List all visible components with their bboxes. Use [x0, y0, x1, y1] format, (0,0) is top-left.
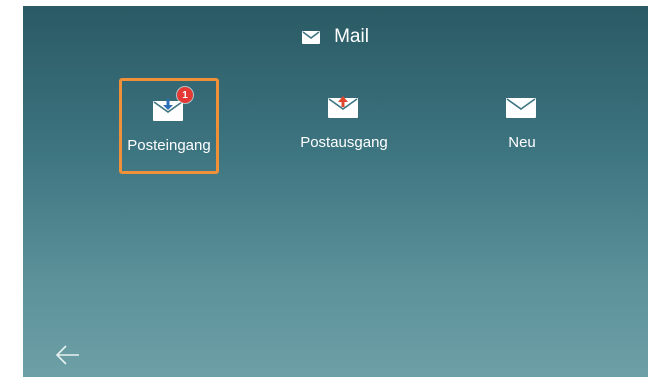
unread-count-badge: 1	[177, 87, 193, 103]
display-frame: Mail 1 Posteingang Postausgang Neu	[0, 0, 668, 379]
tile-posteingang[interactable]: 1 Posteingang	[119, 78, 219, 174]
tile-postausgang[interactable]: Postausgang	[294, 78, 394, 174]
back-arrow-icon[interactable]	[53, 343, 83, 367]
tile-label-postausgang: Postausgang	[300, 134, 388, 151]
tile-label-posteingang: Posteingang	[127, 137, 211, 154]
outbox-mail-icon	[328, 96, 360, 118]
inbox-mail-icon: 1	[153, 87, 193, 121]
tile-label-neu: Neu	[508, 134, 536, 151]
mail-screen: Mail 1 Posteingang Postausgang Neu	[23, 6, 648, 377]
tile-neu[interactable]: Neu	[472, 78, 572, 174]
new-mail-icon	[506, 96, 538, 118]
